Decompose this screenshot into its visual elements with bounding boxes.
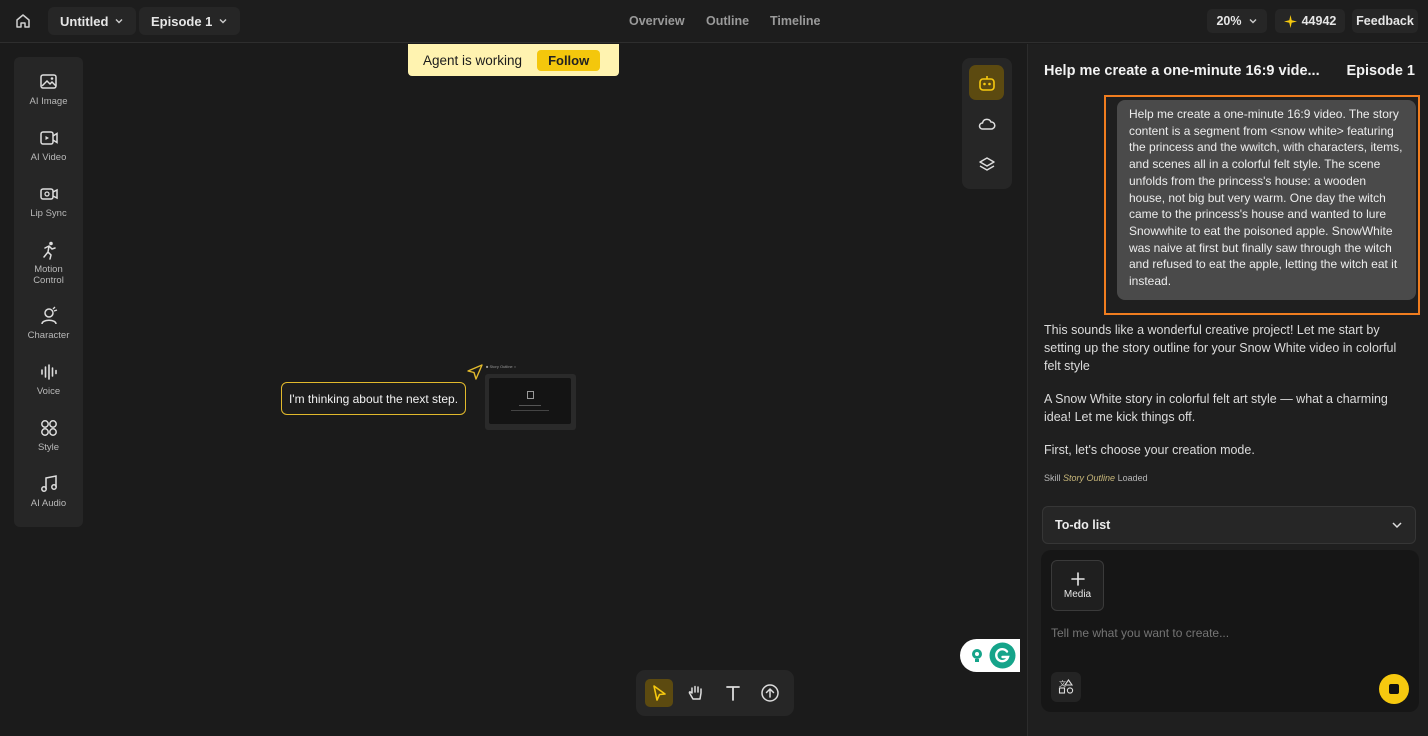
upload-icon — [761, 684, 779, 702]
chevron-down-icon — [115, 19, 123, 24]
todo-label: To-do list — [1055, 518, 1111, 532]
canvas-bottom-toolbar — [636, 670, 794, 716]
agent-status-banner: Agent is working Follow — [408, 44, 619, 76]
tool-label: Lip Sync — [30, 208, 67, 219]
add-media-button[interactable]: Media — [1051, 560, 1104, 611]
project-name-dropdown[interactable]: Untitled — [48, 7, 137, 35]
stop-button[interactable] — [1379, 674, 1409, 704]
text-tool-button[interactable] — [719, 679, 747, 707]
pan-tool-button[interactable] — [682, 679, 710, 707]
tool-label: Motion Control — [33, 264, 64, 286]
tool-ai-video[interactable]: AI Video — [14, 127, 83, 183]
tool-style[interactable]: Style — [14, 417, 83, 473]
voice-icon — [38, 361, 60, 383]
tab-outline[interactable]: Outline — [706, 14, 749, 28]
message-composer: Media 文 — [1041, 550, 1419, 712]
tool-character[interactable]: Character — [14, 305, 83, 361]
chevron-down-icon — [1249, 19, 1257, 24]
top-bar: Untitled Episode 1 Overview Outline Time… — [0, 0, 1428, 43]
tool-label: Voice — [36, 386, 61, 397]
robot-icon — [978, 75, 995, 91]
home-icon[interactable] — [12, 10, 34, 32]
select-tool-button[interactable] — [645, 679, 673, 707]
agent-chat-panel: Help me create a one-minute 16:9 vide...… — [1027, 44, 1428, 736]
grammarly-widget[interactable] — [960, 639, 1020, 672]
ai-message: This sounds like a wonderful creative pr… — [1044, 323, 1397, 373]
hand-icon — [688, 685, 702, 700]
svg-text:文: 文 — [1059, 679, 1066, 688]
video-icon — [38, 127, 60, 149]
bulb-icon — [972, 649, 982, 662]
chat-episode: Episode 1 — [1346, 63, 1416, 79]
chevron-down-icon — [1392, 522, 1402, 529]
pointer-icon — [653, 685, 666, 701]
tool-label: AI Video — [30, 152, 67, 163]
preview-line — [511, 410, 549, 411]
skill-suffix: Loaded — [1117, 473, 1148, 483]
upload-tool-button[interactable] — [756, 679, 784, 707]
credits-count: 44942 — [1301, 14, 1337, 28]
skill-name: Story Outline — [1063, 473, 1116, 483]
audio-icon — [38, 473, 60, 495]
frame-preview — [489, 378, 571, 424]
cloud-button[interactable] — [969, 106, 1004, 141]
skill-prefix: Skill — [1044, 473, 1061, 483]
zoom-dropdown[interactable]: 20% — [1207, 9, 1267, 33]
agent-thinking-bubble: I'm thinking about the next step. — [281, 382, 466, 415]
motion-icon — [38, 239, 60, 261]
chat-title: Help me create a one-minute 16:9 vide... — [1044, 63, 1320, 79]
layers-button[interactable] — [969, 147, 1004, 182]
style-icon — [38, 417, 60, 439]
tool-voice[interactable]: Voice — [14, 361, 83, 417]
follow-button[interactable]: Follow — [537, 49, 601, 71]
tool-ai-image[interactable]: AI Image — [14, 71, 83, 127]
feedback-button[interactable]: Feedback — [1352, 9, 1418, 33]
tool-label: Style — [37, 442, 60, 453]
todo-list-dropdown[interactable]: To-do list — [1042, 506, 1416, 544]
document-icon — [527, 391, 534, 399]
agent-status-text: Agent is working — [423, 52, 523, 68]
cloud-icon — [978, 118, 995, 130]
media-label: Media — [1063, 588, 1092, 600]
image-icon — [38, 71, 60, 93]
user-message: Help me create a one-minute 16:9 video. … — [1117, 100, 1416, 300]
episode-dropdown[interactable]: Episode 1 — [139, 7, 241, 35]
canvas-side-toolbar — [962, 58, 1012, 189]
tab-timeline[interactable]: Timeline — [770, 14, 820, 28]
ai-message: First, let's choose your creation mode. — [1044, 443, 1255, 457]
tool-motion-control[interactable]: Motion Control — [14, 239, 83, 305]
tool-label: Character — [27, 330, 70, 341]
settings-button[interactable]: 文 — [1051, 672, 1081, 702]
left-toolbar: AI Image AI Video Lip Sync Motion Contro… — [14, 57, 83, 527]
tool-label: AI Image — [29, 96, 68, 107]
stop-icon — [1389, 684, 1399, 694]
tool-label: AI Audio — [30, 498, 67, 509]
shapes-icon: 文 — [1058, 679, 1074, 694]
episode-label: Episode 1 — [151, 13, 213, 29]
lip-sync-icon — [38, 183, 60, 205]
preview-line — [519, 405, 541, 406]
story-outline-frame[interactable] — [485, 374, 576, 430]
story-outline-frame-label: ■ Story Outline ○ — [486, 364, 517, 369]
tool-ai-audio[interactable]: AI Audio — [14, 473, 83, 529]
agent-cursor-icon — [467, 364, 483, 380]
tool-lip-sync[interactable]: Lip Sync — [14, 183, 83, 239]
plus-icon — [1070, 571, 1085, 586]
skill-status: Skill Story Outline Loaded — [1044, 473, 1148, 483]
prompt-input[interactable] — [1051, 626, 1371, 640]
layers-icon — [978, 156, 995, 171]
chevron-down-icon — [219, 19, 227, 24]
character-icon — [38, 305, 60, 327]
grammarly-icon — [989, 642, 1016, 669]
project-name: Untitled — [60, 13, 109, 29]
ai-message: A Snow White story in colorful felt art … — [1044, 392, 1388, 424]
text-icon — [726, 686, 740, 701]
credits-badge[interactable]: 44942 — [1275, 9, 1345, 33]
zoom-level: 20% — [1216, 14, 1242, 28]
sparkle-icon — [1283, 14, 1297, 28]
agent-button[interactable] — [969, 65, 1004, 100]
tab-overview[interactable]: Overview — [629, 14, 685, 28]
